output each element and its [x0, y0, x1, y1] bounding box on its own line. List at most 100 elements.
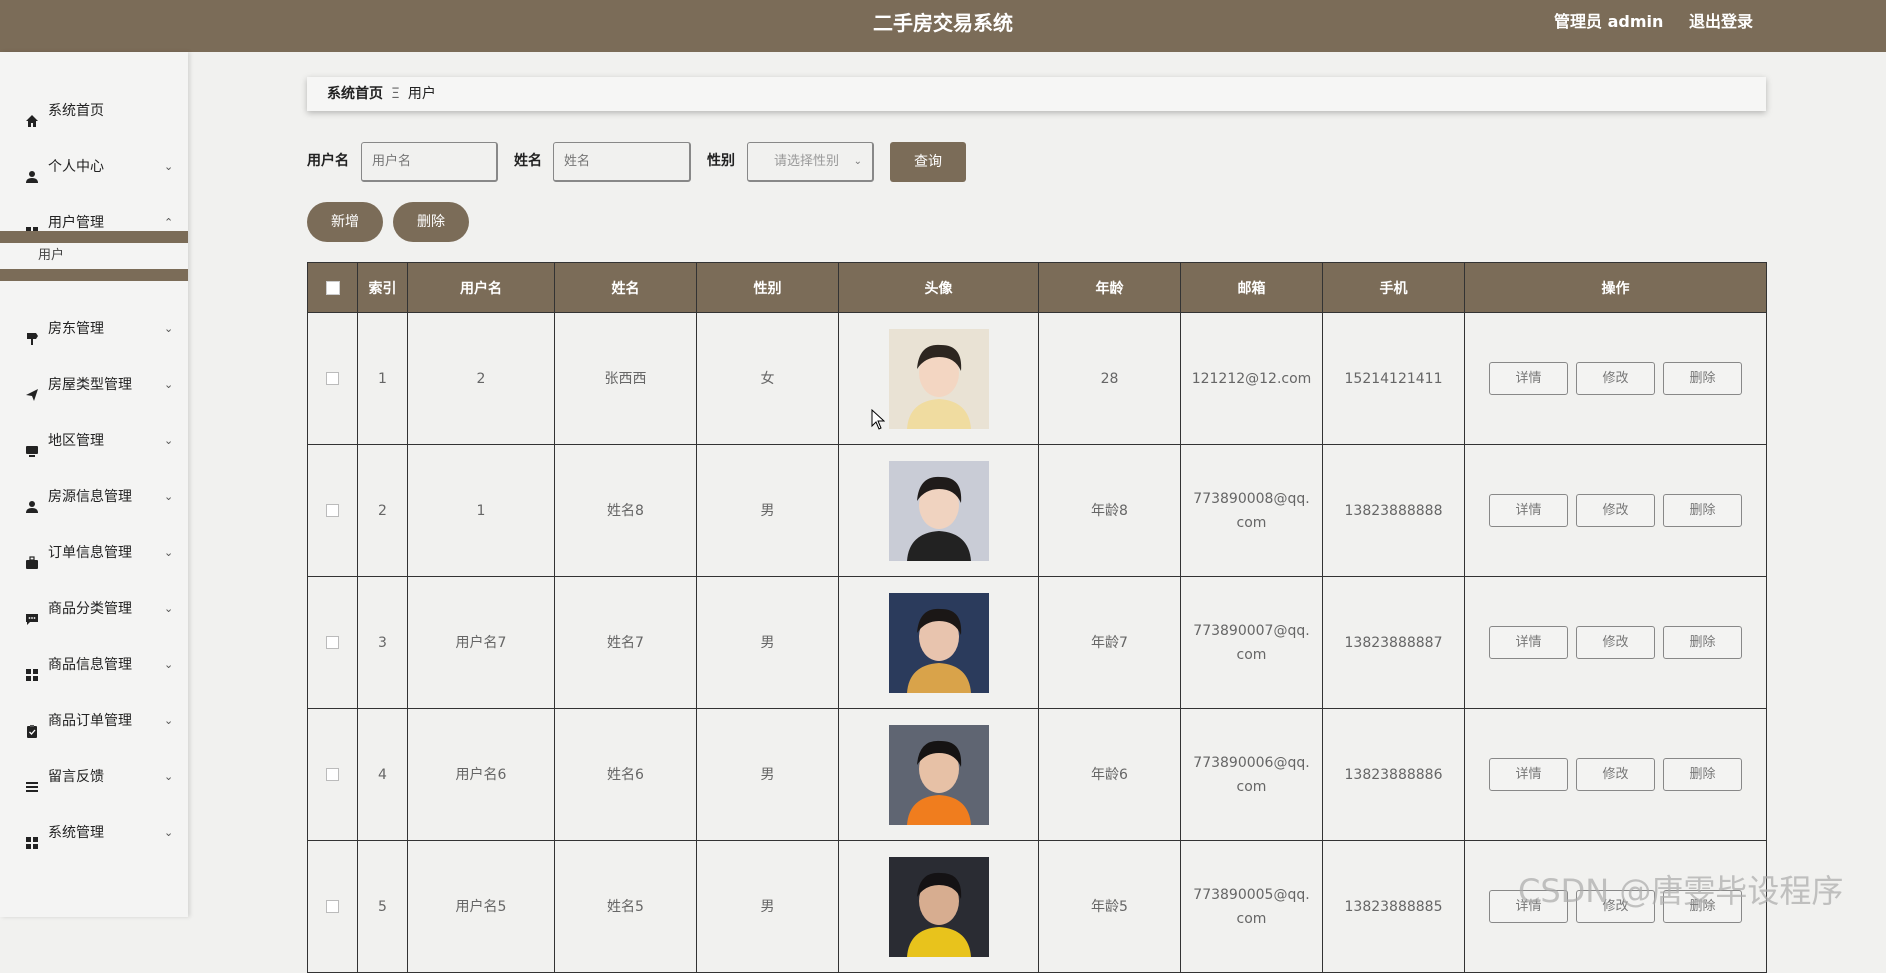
paper-plane-icon — [25, 378, 39, 401]
detail-button[interactable]: 详情 — [1489, 494, 1568, 527]
sidebar-item-label: 房源信息管理 — [48, 489, 132, 505]
row-checkbox[interactable] — [326, 768, 339, 781]
table-row: 1 2 张西西女 28 121212@12.com 15214121411 详情 修改 删除 — [307, 312, 1767, 445]
grid-icon — [25, 826, 39, 849]
email-cell: 773890008@qq.com — [1180, 444, 1323, 577]
age-cell: 年龄8 — [1038, 444, 1181, 577]
column-header: 性别 — [696, 262, 839, 313]
sidebar: 系统首页 个人中心 ⌄ 用户管理 ⌃ 房东管理 ⌄ 房屋类型管理 ⌄ 地区管理 ⌄ 房源信息管理 ⌄ 订单… — [0, 52, 188, 917]
select-all-checkbox[interactable] — [325, 280, 340, 295]
watermark: CSDN @唐雯毕设程序 — [1518, 872, 1844, 910]
sidebar-item-5[interactable]: 房屋类型管理 ⌄ — [0, 365, 188, 405]
sidebar-item-1[interactable]: 系统首页 — [0, 91, 188, 131]
detail-button[interactable]: 详情 — [1489, 362, 1568, 395]
home-icon — [25, 104, 39, 127]
sidebar-item-8[interactable]: 订单信息管理 ⌄ — [0, 533, 188, 573]
gender-cell: 男 — [696, 708, 839, 841]
sidebar-item-10[interactable]: 商品信息管理 ⌄ — [0, 645, 188, 685]
sidebar-item-6[interactable]: 地区管理 ⌄ — [0, 421, 188, 461]
person-icon — [25, 490, 39, 513]
avatar-cell — [838, 444, 1039, 577]
username-cell: 1 — [407, 444, 555, 577]
avatar-cell — [838, 576, 1039, 709]
sidebar-item-label: 地区管理 — [48, 433, 104, 449]
index-cell: 2 — [357, 444, 408, 577]
chevron-down-icon: ⌄ — [164, 546, 174, 559]
sidebar-subitem-user[interactable]: 用户 — [0, 243, 188, 269]
avatar-cell — [838, 840, 1039, 973]
age-cell: 年龄6 — [1038, 708, 1181, 841]
query-button[interactable]: 查询 — [890, 142, 966, 182]
column-header: 索引 — [357, 262, 408, 313]
batch-delete-button[interactable]: 删除 — [393, 202, 469, 242]
row-checkbox[interactable] — [326, 372, 339, 385]
detail-button[interactable]: 详情 — [1489, 758, 1568, 791]
sidebar-item-label: 系统首页 — [48, 103, 104, 119]
select-cell — [307, 576, 358, 709]
admin-label: 管理员 admin — [1554, 12, 1664, 31]
person-icon — [25, 160, 39, 183]
edit-button[interactable]: 修改 — [1576, 758, 1655, 791]
gender-cell: 男 — [696, 576, 839, 709]
chevron-down-icon: ⌄ — [164, 826, 174, 839]
avatar-cell — [838, 312, 1039, 445]
delete-button[interactable]: 删除 — [1663, 758, 1742, 791]
sidebar-item-12[interactable]: 留言反馈 ⌄ — [0, 757, 188, 797]
table-header-row: 索引 用户名 姓名 性别 头像 年龄 邮箱 手机 操作 — [307, 262, 1767, 313]
select-cell — [307, 840, 358, 973]
avatar — [888, 592, 989, 693]
table-row: 2 1 姓名8 男年龄8 773890008@qq.com 13823888888 详情 修改… — [307, 444, 1767, 577]
avatar — [888, 460, 989, 561]
email-cell: 121212@12.com — [1180, 312, 1323, 445]
grid-icon — [25, 216, 39, 239]
breadcrumb: 系统首页 Ξ 用户 — [307, 77, 1766, 111]
gender-select-value: 请选择性别 — [774, 154, 840, 169]
submenu-bar — [0, 269, 188, 281]
gender-select[interactable]: 请选择性别 ⌄ — [747, 142, 874, 182]
sidebar-item-11[interactable]: 商品订单管理 ⌄ — [0, 701, 188, 741]
username-input[interactable] — [361, 142, 498, 182]
sidebar-item-label: 订单信息管理 — [48, 545, 132, 561]
column-header: 头像 — [838, 262, 1039, 313]
delete-button[interactable]: 删除 — [1663, 626, 1742, 659]
briefcase-icon — [25, 546, 39, 569]
delete-button[interactable]: 删除 — [1663, 362, 1742, 395]
sidebar-item-13[interactable]: 系统管理 ⌄ — [0, 813, 188, 853]
column-header: 手机 — [1322, 262, 1465, 313]
index-cell: 4 — [357, 708, 408, 841]
column-header: 用户名 — [407, 262, 555, 313]
edit-button[interactable]: 修改 — [1576, 362, 1655, 395]
detail-button[interactable]: 详情 — [1489, 626, 1568, 659]
gender-cell: 女 — [696, 312, 839, 445]
row-checkbox[interactable] — [326, 636, 339, 649]
select-cell — [307, 444, 358, 577]
add-button[interactable]: 新增 — [307, 202, 383, 242]
edit-button[interactable]: 修改 — [1576, 494, 1655, 527]
signpost-icon — [25, 322, 39, 345]
sidebar-item-2[interactable]: 个人中心 ⌄ — [0, 147, 188, 187]
sidebar-item-9[interactable]: 商品分类管理 ⌄ — [0, 589, 188, 629]
delete-button[interactable]: 删除 — [1663, 494, 1742, 527]
phone-cell: 13823888888 — [1322, 444, 1465, 577]
row-checkbox[interactable] — [326, 900, 339, 913]
select-cell — [307, 312, 358, 445]
name-input[interactable] — [553, 142, 691, 182]
edit-button[interactable]: 修改 — [1576, 626, 1655, 659]
phone-cell: 13823888887 — [1322, 576, 1465, 709]
row-checkbox[interactable] — [326, 504, 339, 517]
phone-cell: 13823888886 — [1322, 708, 1465, 841]
operation-cell: 详情 修改 删除 — [1464, 708, 1767, 841]
age-cell: 年龄7 — [1038, 576, 1181, 709]
sidebar-item-7[interactable]: 房源信息管理 ⌄ — [0, 477, 188, 517]
sidebar-item-4[interactable]: 房东管理 ⌄ — [0, 309, 188, 349]
sidebar-item-label: 系统管理 — [48, 825, 104, 841]
table-row: 4 用户名6 姓名6 男年龄6 773890006@qq.com 13823888886 详… — [307, 708, 1767, 841]
username-cell: 用户名7 — [407, 576, 555, 709]
grid-icon — [25, 658, 39, 681]
chevron-down-icon: ⌄ — [164, 714, 174, 727]
submenu-bar — [0, 231, 188, 243]
logout-link[interactable]: 退出登录 — [1689, 0, 1753, 44]
operation-cell: 详情 修改 删除 — [1464, 576, 1767, 709]
operation-cell: 详情 修改 删除 — [1464, 444, 1767, 577]
breadcrumb-home[interactable]: 系统首页 — [327, 86, 383, 102]
